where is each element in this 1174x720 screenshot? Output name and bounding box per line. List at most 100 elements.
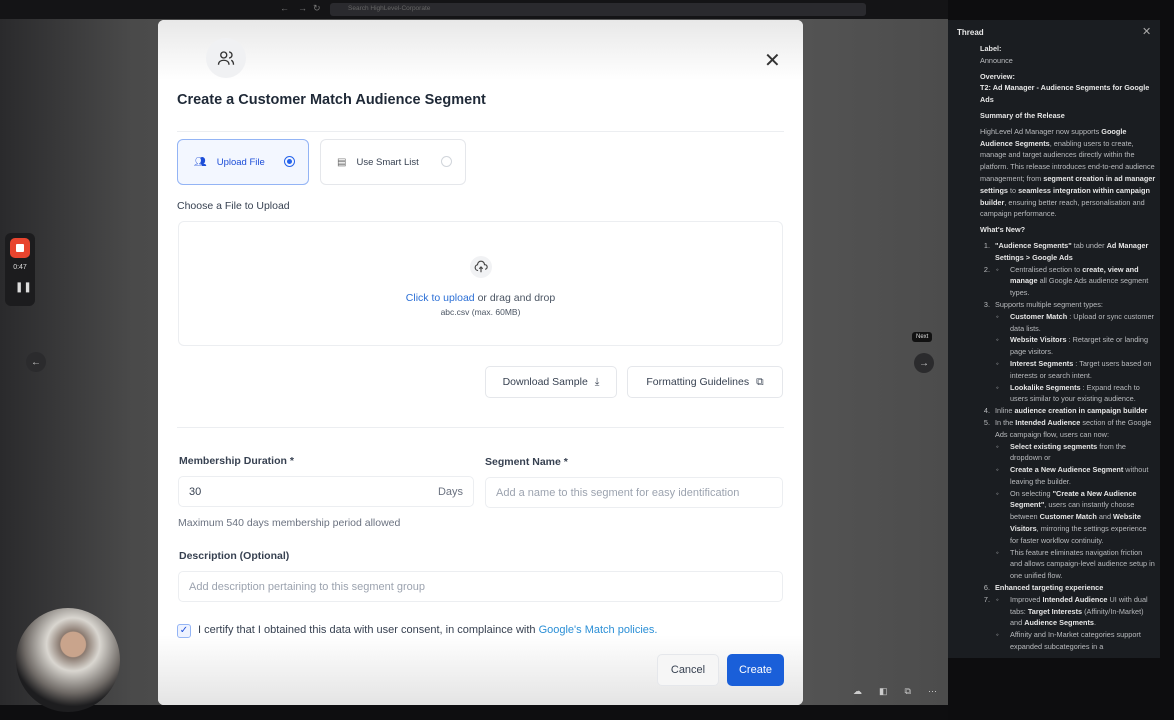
click-to-upload-link[interactable]: Click to upload xyxy=(406,292,475,304)
thread-text: Select existing segments xyxy=(1010,442,1097,451)
thread-text: Intended Audience xyxy=(1015,418,1080,427)
video-toolbar: ☁ ◧ ⧉ ⋯ xyxy=(853,686,937,697)
segment-name-label: Segment Name * xyxy=(485,456,568,468)
thread-text: Target Interests xyxy=(1028,607,1082,616)
thread-line: Announce xyxy=(980,55,1156,67)
option-use-smart-list[interactable]: ▤ Use Smart List xyxy=(320,139,466,185)
formatting-guidelines-button[interactable]: Formatting Guidelines ⧉ xyxy=(627,366,783,398)
thread-text: Label: xyxy=(980,44,1002,53)
users-icon xyxy=(206,38,246,78)
thread-text: Lookalike Segments xyxy=(1010,383,1081,392)
file-dropzone[interactable]: Click to upload or drag and drop abc.csv… xyxy=(178,221,783,346)
list-number: 5. xyxy=(948,417,990,429)
previous-arrow-button[interactable]: ← xyxy=(26,352,46,372)
download-sample-button[interactable]: Download Sample ⤓ xyxy=(485,366,617,398)
segment-name-input[interactable]: Add a name to this segment for easy iden… xyxy=(485,477,783,508)
membership-duration-input[interactable]: 30 Days xyxy=(178,476,474,507)
copy-icon[interactable]: ⧉ xyxy=(905,686,911,697)
bullet: ◦ xyxy=(996,264,999,276)
stop-recording-button[interactable] xyxy=(10,238,30,258)
thread-text: audience creation in campaign builder xyxy=(1014,406,1147,415)
thread-text: T2: Ad Manager - Audience Segments for G… xyxy=(980,83,1149,104)
thread-text: Centralised section to xyxy=(1010,265,1082,274)
membership-label: Membership Duration * xyxy=(179,455,294,467)
thread-line: 4.Inline audience creation in campaign b… xyxy=(980,405,1156,417)
thread-text: to xyxy=(1008,186,1018,195)
bullet: ◦ xyxy=(996,464,999,476)
radio-smart-list[interactable] xyxy=(441,156,452,167)
document-icon: ▤ xyxy=(337,157,346,168)
bullet: ◦ xyxy=(996,547,999,559)
thread-text: On selecting xyxy=(1010,489,1053,498)
download-icon: ⤓ xyxy=(595,376,600,389)
thread-text: Overview: xyxy=(980,72,1015,81)
search-input[interactable]: Search HighLevel-Corporate xyxy=(330,3,866,16)
thread-line: ◦Select existing segments from the dropd… xyxy=(980,441,1156,465)
description-label: Description (Optional) xyxy=(179,550,289,562)
thread-text: Announce xyxy=(980,56,1013,65)
consent-checkbox[interactable]: ✓ xyxy=(177,624,191,638)
create-segment-modal: ✕ Create a Customer Match Audience Segme… xyxy=(158,20,803,705)
split-view-icon[interactable]: ◧ xyxy=(879,686,888,697)
bullet: ◦ xyxy=(996,629,999,641)
history-icon[interactable]: ↻ xyxy=(313,3,321,14)
thread-text: What's New? xyxy=(980,225,1025,234)
recording-time: 0:47 xyxy=(5,264,35,271)
thread-line: Summary of the Release xyxy=(980,110,1156,122)
create-button[interactable]: Create xyxy=(727,654,784,686)
thread-line: Label: xyxy=(980,43,1156,55)
list-number: 1. xyxy=(948,240,990,252)
thread-line: What's New? xyxy=(980,224,1156,236)
button-label: Download Sample xyxy=(503,376,588,388)
list-number: 7. xyxy=(948,594,990,606)
thread-text: Affinity and In-Market categories suppor… xyxy=(1010,630,1141,651)
thread-text: Intended Audience xyxy=(1042,595,1107,604)
thread-text: , ensuring better reach, personalisation… xyxy=(980,198,1145,219)
cancel-button[interactable]: Cancel xyxy=(657,654,719,686)
modal-title: Create a Customer Match Audience Segment xyxy=(177,92,486,108)
consent-label: I certify that I obtained this data with… xyxy=(198,624,539,636)
more-icon[interactable]: ⋯ xyxy=(928,686,937,697)
membership-hint: Maximum 540 days membership period allow… xyxy=(178,517,400,529)
back-icon[interactable]: ← xyxy=(280,3,289,13)
pause-icon[interactable]: ❚❚ xyxy=(15,282,32,293)
radio-upload-file[interactable] xyxy=(284,156,295,167)
thread-title: Thread xyxy=(957,28,984,37)
thread-line: ◦Interest Segments : Target users based … xyxy=(980,358,1156,382)
list-number: 4. xyxy=(948,405,990,417)
forward-icon[interactable]: → xyxy=(298,3,307,13)
thread-text: Inline xyxy=(995,406,1014,415)
list-number: 3. xyxy=(948,299,990,311)
thread-line: 5.In the Intended Audience section of th… xyxy=(980,417,1156,441)
thread-line: 6.Enhanced targeting experience xyxy=(980,582,1156,594)
thread-line: 7.◦Improved Intended Audience UI with du… xyxy=(980,594,1156,629)
thread-text: Enhanced targeting experience xyxy=(995,583,1103,592)
webcam-overlay xyxy=(16,608,120,712)
button-label: Formatting Guidelines xyxy=(646,376,749,388)
external-link-icon: ⧉ xyxy=(756,376,764,389)
thread-line: ◦Customer Match : Upload or sync custome… xyxy=(980,311,1156,335)
thread-line: ◦Create a New Audience Segment without l… xyxy=(980,464,1156,488)
description-input[interactable]: Add description pertaining to this segme… xyxy=(178,571,783,602)
thread-line: ◦Lookalike Segments : Expand reach to us… xyxy=(980,382,1156,406)
bullet: ◦ xyxy=(996,358,999,370)
thread-text: Audience Segments xyxy=(1024,618,1094,627)
match-policies-link[interactable]: Google's Match policies. xyxy=(539,624,658,636)
cloud-icon[interactable]: ☁ xyxy=(853,686,862,697)
users-icon: 👥︎ xyxy=(194,157,207,168)
next-arrow-button[interactable]: → xyxy=(914,353,934,373)
thread-line: Overview: xyxy=(980,71,1156,83)
close-icon[interactable]: ✕ xyxy=(764,48,781,73)
close-thread-icon[interactable]: ✕ xyxy=(1142,25,1151,38)
thread-text: HighLevel Ad Manager now supports xyxy=(980,127,1101,136)
thread-line: ◦Website Visitors : Retarget site or lan… xyxy=(980,334,1156,358)
thread-text: "Audience Segments" xyxy=(995,241,1072,250)
thread-line: 3.Supports multiple segment types: xyxy=(980,299,1156,311)
thread-text: tab under xyxy=(1072,241,1107,250)
thread-content: Label: Announce Overview: T2: Ad Manager - … xyxy=(980,43,1156,653)
thread-text: Interest Segments xyxy=(1010,359,1073,368)
thread-text: Supports multiple segment types: xyxy=(995,300,1103,309)
thread-text: and xyxy=(1097,512,1113,521)
thread-text: Create a New Audience Segment xyxy=(1010,465,1123,474)
option-upload-file[interactable]: 👥︎ Upload File xyxy=(177,139,309,185)
